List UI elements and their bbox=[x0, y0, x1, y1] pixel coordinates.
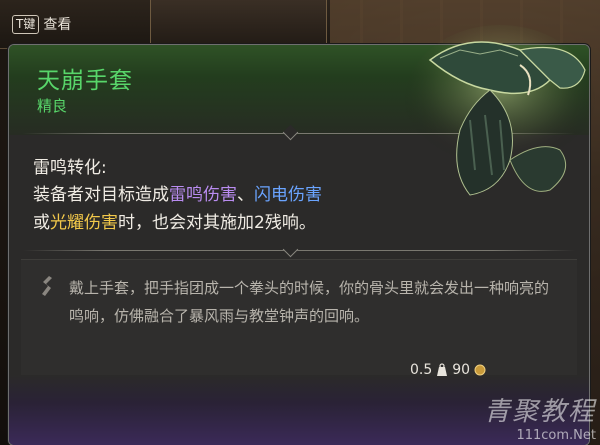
value-amount: 90 bbox=[452, 362, 471, 378]
weight-icon bbox=[437, 363, 448, 376]
inspect-label: 查看 bbox=[43, 17, 72, 33]
effect-separator: 、 bbox=[237, 185, 254, 205]
flavor-text: 戴上手套，把手指团成一个拳头的时候，你的骨头里就会发出一种响亮的鸣响，仿佛融合了… bbox=[69, 279, 550, 325]
quill-icon bbox=[42, 276, 52, 296]
watermark: 青聚教程 111com.Net bbox=[484, 391, 596, 443]
weight-value: 0.5 bbox=[410, 362, 433, 378]
effect-divider bbox=[23, 250, 575, 251]
effect-line-2: 或光耀伤害时，也会对其施加2残响。 bbox=[33, 209, 533, 237]
effect-text: 或 bbox=[33, 213, 50, 233]
divider-ornament bbox=[282, 241, 299, 258]
radiant-damage-keyword[interactable]: 光耀伤害 bbox=[50, 213, 118, 233]
coin-icon bbox=[474, 364, 486, 376]
lightning-damage-keyword[interactable]: 闪电伤害 bbox=[254, 185, 322, 205]
gauntlet-icon bbox=[405, 25, 595, 196]
inspect-key-hint[interactable]: T键 查看 bbox=[12, 14, 71, 34]
effect-text: 时，也会对其施加2残响。 bbox=[118, 213, 316, 233]
thunder-damage-keyword[interactable]: 雷鸣伤害 bbox=[169, 185, 237, 205]
game-scene: T键 查看 天崩手套 精良 雷鸣转化: 装备者对目标造成雷鸣伤害、闪电伤害 或光… bbox=[0, 0, 600, 445]
item-stats: 0.5 90 bbox=[410, 362, 486, 378]
flavor-text-box: 戴上手套，把手指团成一个拳头的时候，你的骨头里就会发出一种响亮的鸣响，仿佛融合了… bbox=[21, 259, 577, 376]
item-name: 天崩手套 bbox=[37, 68, 133, 94]
watermark-brand: 青聚教程 bbox=[483, 397, 596, 427]
effect-text: 装备者对目标造成 bbox=[33, 185, 169, 205]
watermark-url: 111com.Net bbox=[516, 428, 596, 443]
hud-frame bbox=[150, 0, 327, 45]
hotkey-badge: T键 bbox=[12, 14, 40, 34]
item-rarity: 精良 bbox=[37, 97, 68, 115]
effect-title: 雷鸣转化: bbox=[33, 158, 107, 178]
